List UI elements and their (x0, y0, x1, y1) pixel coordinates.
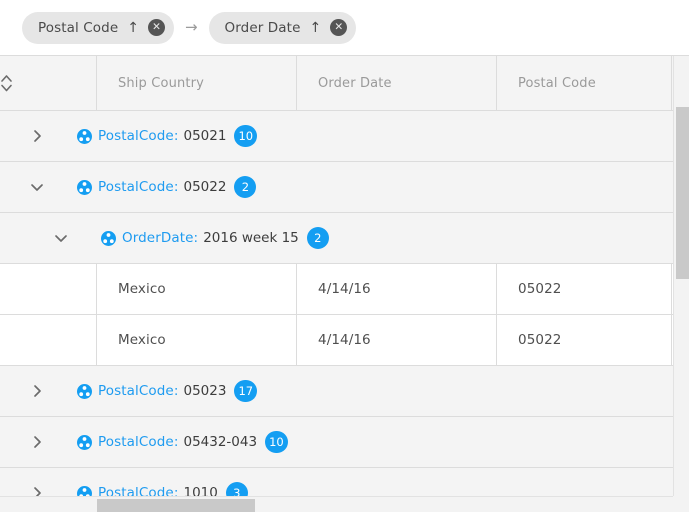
scrollbar-corner (673, 496, 689, 512)
group-field-label: PostalCode: (98, 434, 179, 450)
horizontal-scrollbar-thumb[interactable] (97, 499, 255, 512)
group-value-label: 2016 week 15 (203, 230, 299, 246)
close-icon[interactable]: ✕ (147, 19, 165, 36)
group-node-icon (77, 434, 92, 450)
header-label: Ship Country (118, 75, 204, 91)
cell-value: 4/14/16 (318, 281, 371, 297)
row-indent-cell (0, 264, 97, 314)
group-row[interactable]: PostalCode: 05023 17 (0, 366, 673, 417)
sort-ascending-icon[interactable]: ↑ (127, 21, 139, 35)
chevron-right-icon[interactable] (25, 379, 49, 403)
group-value-label: 05023 (183, 383, 227, 399)
group-value-label: 05021 (183, 128, 227, 144)
cell-ship-country: Mexico (97, 315, 297, 365)
cell-order-date: 4/14/16 (297, 264, 497, 314)
cell-value: 05022 (518, 332, 562, 348)
header-label: Postal Code (518, 75, 596, 91)
group-row[interactable]: PostalCode: 05021 10 (0, 111, 673, 162)
vertical-scrollbar-thumb[interactable] (676, 107, 689, 279)
vertical-scrollbar[interactable] (673, 56, 689, 512)
group-count-badge: 10 (234, 125, 258, 147)
group-chip-postal-code[interactable]: Postal Code ↑ ✕ (22, 11, 174, 44)
chevron-right-icon[interactable] (25, 430, 49, 454)
table-row[interactable]: Mexico 4/14/16 05022 (0, 315, 673, 366)
group-cell: PostalCode: 05022 2 (0, 162, 673, 212)
table-row[interactable]: Mexico 4/14/16 05022 (0, 264, 673, 315)
group-count-badge: 10 (265, 431, 288, 453)
cell-postal-code: 05022 (497, 264, 672, 314)
group-chip-label: Postal Code (38, 19, 119, 36)
group-node-icon (77, 128, 92, 144)
group-node-icon (77, 383, 92, 399)
header-cell-ship-country[interactable]: Ship Country (97, 56, 297, 110)
group-row[interactable]: PostalCode: 05432-043 10 (0, 417, 673, 468)
header-cell-postal-code[interactable]: Postal Code (497, 56, 672, 110)
group-count-badge: 17 (234, 380, 258, 402)
cell-value: 05022 (518, 281, 562, 297)
group-count-badge: 2 (234, 176, 257, 198)
cell-postal-code: 05022 (497, 315, 672, 365)
close-icon[interactable]: ✕ (330, 19, 348, 36)
group-row[interactable]: PostalCode: 05022 2 (0, 162, 673, 213)
chevron-right-icon[interactable] (25, 124, 49, 148)
grouping-bar: Postal Code ↑ ✕ → Order Date ↑ ✕ (0, 0, 689, 55)
group-field-label: OrderDate: (122, 230, 199, 246)
group-cell: PostalCode: 05023 17 (0, 366, 673, 416)
group-cell: PostalCode: 05021 10 (0, 111, 673, 161)
group-chip-order-date[interactable]: Order Date ↑ ✕ (208, 11, 357, 44)
sort-ascending-icon[interactable]: ↑ (309, 21, 321, 35)
cell-value: Mexico (118, 332, 166, 348)
header-cell-expander (0, 56, 97, 110)
group-row-nested[interactable]: OrderDate: 2016 week 15 2 (0, 213, 673, 264)
row-indent-cell (0, 315, 97, 365)
group-node-icon (101, 230, 116, 246)
sort-updown-icon[interactable] (0, 72, 96, 94)
chevron-down-icon[interactable] (25, 175, 49, 199)
cell-value: 4/14/16 (318, 332, 371, 348)
arrow-right-icon: → (184, 18, 198, 36)
group-cell: OrderDate: 2016 week 15 2 (0, 213, 673, 263)
group-chip-label: Order Date (224, 19, 301, 36)
grid-header-row: Ship Country Order Date Postal Code (0, 56, 673, 111)
group-value-label: 05022 (183, 179, 227, 195)
data-grid: Ship Country Order Date Postal Code Post… (0, 55, 689, 512)
group-field-label: PostalCode: (98, 383, 179, 399)
group-count-badge: 2 (306, 227, 329, 249)
cell-value: Mexico (118, 281, 166, 297)
group-field-label: PostalCode: (98, 128, 179, 144)
header-label: Order Date (318, 75, 392, 91)
group-field-label: PostalCode: (98, 179, 179, 195)
group-value-label: 05432-043 (183, 434, 258, 450)
group-node-icon (77, 179, 92, 195)
group-cell: PostalCode: 05432-043 10 (0, 417, 673, 467)
header-cell-order-date[interactable]: Order Date (297, 56, 497, 110)
horizontal-scrollbar[interactable] (0, 496, 673, 512)
cell-ship-country: Mexico (97, 264, 297, 314)
chevron-down-icon[interactable] (49, 226, 73, 250)
cell-order-date: 4/14/16 (297, 315, 497, 365)
